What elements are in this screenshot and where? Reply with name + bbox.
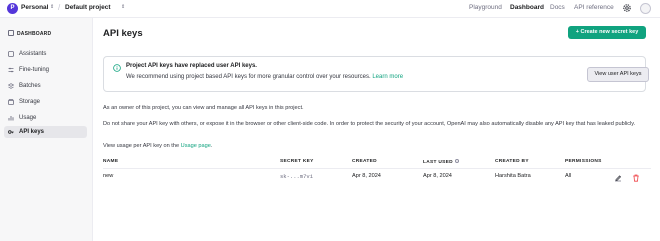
notice-text: We recommend using project based API key… [126, 74, 404, 80]
notice-title: Project API keys have replaced user API … [126, 63, 257, 69]
key-created: Apr 8, 2024 [352, 173, 381, 179]
edit-icon[interactable] [614, 174, 622, 182]
column-header-last-used: LAST USED [423, 159, 459, 165]
view-user-api-keys-button[interactable]: View user API keys [587, 67, 649, 82]
owner-description: As an owner of this project, you can vie… [103, 105, 304, 111]
storage-icon [8, 99, 14, 105]
column-header-created: CREATED [352, 159, 377, 164]
delete-icon[interactable] [632, 174, 640, 182]
breadcrumb-separator: / [58, 3, 61, 12]
key-secret: sk-...m7vi [280, 173, 314, 180]
column-header-permissions: PERMISSIONS [565, 159, 602, 164]
divider [103, 168, 651, 169]
usage-note: View usage per API key on the Usage page… [103, 143, 213, 149]
dashboard-icon [8, 30, 14, 36]
sidebar-item-usage[interactable]: Usage [4, 112, 87, 124]
info-icon[interactable] [454, 159, 459, 163]
key-permissions: All [565, 173, 572, 179]
batches-icon [8, 83, 14, 89]
sidebar-item-label: Fine-tuning [19, 67, 50, 73]
sidebar-item-api-keys[interactable]: API keys [4, 126, 87, 138]
learn-more-link[interactable]: Learn more [372, 74, 403, 80]
sidebar-item-label: Assistants [19, 51, 47, 57]
column-header-secret-key: SECRET KEY [280, 159, 314, 164]
sidebar-item-assistants[interactable]: Assistants [4, 48, 87, 60]
key-name: new [103, 173, 114, 179]
user-avatar[interactable] [640, 3, 651, 14]
usage-icon [8, 116, 14, 121]
key-last-used: Apr 8, 2024 [423, 173, 452, 179]
assistants-icon [8, 51, 14, 57]
sidebar-heading: DASHBOARD [8, 30, 51, 37]
chevron-updown-icon[interactable]: ⇕ [50, 4, 54, 10]
info-notice: Project API keys have replaced user API … [103, 56, 649, 92]
info-icon [113, 64, 121, 72]
nav-api-reference[interactable]: API reference [574, 4, 614, 11]
org-switcher[interactable]: Personal [21, 4, 48, 11]
chevron-updown-icon[interactable]: ⇕ [121, 4, 125, 10]
nav-dashboard[interactable]: Dashboard [510, 4, 544, 11]
key-icon [8, 130, 14, 134]
sidebar-item-label: API keys [19, 129, 45, 135]
page-title: API keys [103, 28, 143, 39]
main-content: API keys + Create new secret key Project… [93, 18, 660, 241]
sidebar-item-fine-tuning[interactable]: Fine-tuning [4, 64, 87, 76]
sidebar-item-label: Batches [19, 83, 41, 89]
gear-icon[interactable] [622, 3, 632, 13]
nav-playground[interactable]: Playground [469, 4, 502, 11]
top-bar: P Personal ⇕ / Default project ⇕ Playgro… [0, 0, 660, 18]
column-header-created-by: CREATED BY [495, 159, 529, 164]
sidebar-item-label: Usage [19, 115, 37, 121]
usage-page-link[interactable]: Usage page [181, 143, 211, 149]
org-avatar[interactable]: P [7, 3, 18, 14]
sidebar-item-label: Storage [19, 99, 41, 105]
create-secret-key-button[interactable]: + Create new secret key [568, 26, 646, 39]
project-switcher[interactable]: Default project [65, 4, 111, 11]
fine-tuning-icon [8, 67, 14, 73]
nav-docs[interactable]: Docs [550, 4, 565, 11]
column-header-name: NAME [103, 159, 119, 164]
security-warning: Do not share your API key with others, o… [103, 121, 636, 127]
sidebar: DASHBOARD Assistants Fine-tuning Batches… [0, 18, 93, 241]
sidebar-item-batches[interactable]: Batches [4, 80, 87, 92]
sidebar-item-storage[interactable]: Storage [4, 96, 87, 108]
key-created-by: Harshita Batra [495, 173, 531, 179]
